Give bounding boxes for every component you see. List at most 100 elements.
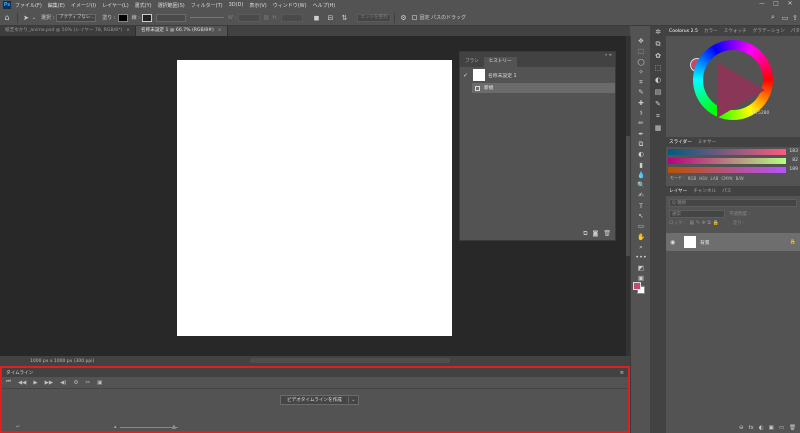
crop-icon[interactable]: ⌗ xyxy=(631,77,651,87)
menu-item[interactable]: ヘルプ(H) xyxy=(313,2,336,9)
link-icon[interactable]: ⊖ xyxy=(739,425,744,431)
tab-sliders[interactable]: スライダー xyxy=(666,139,695,145)
color-mode[interactable]: HSV xyxy=(699,176,707,181)
home-icon[interactable]: ⌂ xyxy=(0,13,14,22)
libraries-icon[interactable]: ▦ xyxy=(650,122,666,134)
chevron-down-icon[interactable]: ⌄ xyxy=(31,15,37,21)
path-selection-icon[interactable]: ➤ xyxy=(21,14,31,22)
history-snapshot[interactable]: ✓ 名称未設定 1 xyxy=(460,67,615,83)
timeline-zoom-slider[interactable] xyxy=(120,427,178,428)
tab-color-1[interactable]: カラー xyxy=(701,28,721,34)
close-button[interactable]: ✕ xyxy=(783,0,797,7)
audio-icon[interactable]: ◀) xyxy=(60,380,66,386)
slider-row[interactable]: 183 xyxy=(666,147,800,156)
stroke-swatch[interactable] xyxy=(141,13,152,22)
paths-icon[interactable]: ⌗ xyxy=(650,110,666,122)
document-canvas[interactable] xyxy=(177,60,452,336)
lock-icon[interactable]: 🔒 xyxy=(790,239,796,245)
shape-icon[interactable]: ▭ xyxy=(631,221,651,231)
lasso-icon[interactable]: ◯ xyxy=(631,57,651,67)
tab-color-4[interactable]: パターン xyxy=(788,28,800,34)
tab-channels[interactable]: チャンネル xyxy=(690,188,719,194)
chevron-down-icon[interactable]: ⌄ xyxy=(347,397,358,403)
zoom-out-icon[interactable]: ▴ xyxy=(114,424,117,430)
tab-color-2[interactable]: スウォッチ xyxy=(721,28,750,34)
quick-mask-icon[interactable]: ◩ xyxy=(631,263,651,273)
tab-anime-psd[interactable]: 紙芝ゆかり_anime.psd @ 50% (レイヤー 78, RGB/8*) × xyxy=(0,26,137,36)
constrain-path-checkbox[interactable] xyxy=(412,15,418,20)
magic-wand-icon[interactable]: ✧ xyxy=(631,67,651,77)
minimize-button[interactable]: — xyxy=(755,0,769,7)
path-align-icon[interactable]: ⊟ xyxy=(325,14,335,22)
tab-color-3[interactable]: グラデーション xyxy=(750,28,788,34)
width-field[interactable] xyxy=(238,13,261,22)
brush-icon[interactable]: ✎ xyxy=(650,98,666,110)
properties-icon[interactable]: ⬚ xyxy=(650,62,666,74)
healing-icon[interactable]: ✚ xyxy=(631,98,651,108)
slider-bar[interactable] xyxy=(668,157,786,164)
path-ops-icon[interactable]: ◼ xyxy=(311,14,321,22)
pen-icon[interactable]: ✍ xyxy=(631,190,651,200)
menu-item[interactable]: 表示(V) xyxy=(249,2,266,9)
play-icon[interactable]: ▶ xyxy=(33,380,37,386)
menu-item[interactable]: 書式(Y) xyxy=(135,2,152,9)
close-icon[interactable]: × xyxy=(126,28,130,33)
slider-bar[interactable] xyxy=(668,148,786,155)
blend-mode-select[interactable]: 通常 xyxy=(669,210,725,218)
color-mode[interactable]: RGB xyxy=(688,176,697,181)
history-brush-icon[interactable]: ✒ xyxy=(631,129,651,139)
menu-item[interactable]: 編集(E) xyxy=(48,2,65,9)
fx-icon[interactable]: fx xyxy=(749,425,754,431)
eraser-icon[interactable]: ⧉ xyxy=(631,139,651,149)
eyedropper-icon[interactable]: ✎ xyxy=(631,87,651,97)
color-mode[interactable]: LAB xyxy=(711,176,719,181)
path-select-icon[interactable]: ↖ xyxy=(631,211,651,221)
color-wheel[interactable] xyxy=(693,40,773,120)
hand-icon[interactable]: ✋ xyxy=(631,232,651,242)
type-icon[interactable]: T xyxy=(631,201,651,211)
tab-color-0[interactable]: Coolorus 2.5 xyxy=(666,29,701,34)
stroke-type-line[interactable] xyxy=(189,17,224,18)
dodge-icon[interactable]: 💧 xyxy=(631,170,651,180)
color-triangle[interactable] xyxy=(717,62,765,118)
more-icon[interactable]: ••• xyxy=(631,252,651,262)
trash-icon[interactable]: 🗑 xyxy=(789,425,796,431)
menu-item[interactable]: ファイル(F) xyxy=(15,2,42,9)
trash-icon[interactable]: 🗑 xyxy=(603,230,611,238)
zoom-view-icon[interactable]: 🔍 xyxy=(631,180,651,190)
horizontal-scrollbar[interactable] xyxy=(250,358,450,363)
foreground-color-swatch[interactable] xyxy=(633,282,641,290)
split-icon[interactable]: ✂ xyxy=(85,380,90,386)
menu-item[interactable]: フィルター(T) xyxy=(191,2,223,9)
move-icon[interactable]: ✥ xyxy=(631,36,651,46)
tab-brush[interactable]: ブラシ xyxy=(460,57,484,67)
slider-bar[interactable] xyxy=(668,166,786,173)
gear-icon[interactable]: ⚙ xyxy=(398,14,408,22)
eye-icon[interactable]: ◉ xyxy=(670,239,680,246)
close-icon[interactable]: × xyxy=(218,28,222,33)
history-brush-icon[interactable]: ✓ xyxy=(463,72,470,79)
tab-untitled-1[interactable]: 名称未設定 1 @ 66.7% (RGB/8#) × xyxy=(136,26,228,36)
slider-row[interactable]: 189 xyxy=(666,165,800,174)
color-mode[interactable]: CMYK xyxy=(721,176,732,181)
menu-item[interactable]: ウィンドウ(W) xyxy=(273,2,307,9)
select-dropdown[interactable]: アクティブなレ… xyxy=(56,13,97,22)
panel-menu-icon[interactable]: ≡ xyxy=(620,370,624,376)
height-field[interactable] xyxy=(281,13,304,22)
menu-item[interactable]: イメージ(I) xyxy=(71,2,96,9)
marquee-icon[interactable]: ⬚ xyxy=(631,46,651,56)
brush-icon[interactable]: ⚕ xyxy=(631,108,651,118)
first-frame-icon[interactable]: ⏮ xyxy=(6,379,11,386)
swatches-icon[interactable]: ⧉ xyxy=(650,38,666,50)
color-wheel-icon[interactable]: ✲ xyxy=(650,26,666,38)
search-icon[interactable]: ⌕ xyxy=(768,13,778,22)
history-state[interactable]: 新規 xyxy=(472,83,615,93)
settings-icon[interactable]: ⚙ xyxy=(74,380,79,386)
new-layer-icon[interactable]: ▭ xyxy=(779,425,784,431)
fill-swatch[interactable] xyxy=(117,13,128,22)
menu-item[interactable]: レイヤー(L) xyxy=(102,2,129,9)
path-arrange-icon[interactable]: ⇅ xyxy=(339,14,349,22)
adjustment-icon[interactable]: ◐ xyxy=(759,425,764,431)
workspace-icon[interactable]: ▭ xyxy=(780,14,790,22)
menu-item[interactable]: 3D(D) xyxy=(229,2,244,8)
